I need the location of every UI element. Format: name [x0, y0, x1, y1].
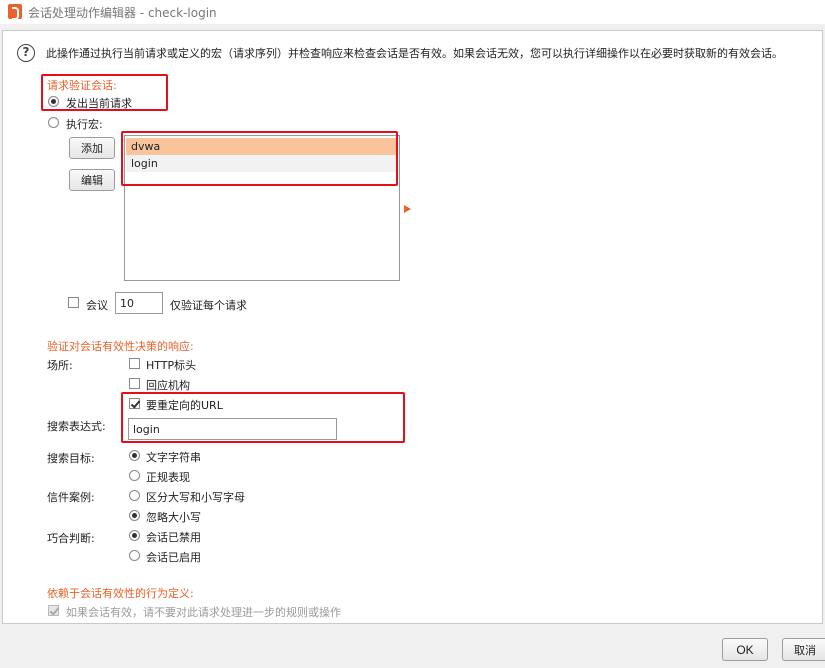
- regex-label: 正规表现: [146, 471, 190, 484]
- validate-every-input[interactable]: [115, 292, 163, 314]
- response-section-label: 验证对会话有效性决策的响应:: [47, 340, 194, 353]
- case-label: 信件案例:: [47, 491, 95, 504]
- macro-list-item[interactable]: login: [126, 155, 398, 172]
- help-icon[interactable]: ?: [17, 44, 35, 62]
- add-macro-button[interactable]: 添加: [69, 137, 115, 159]
- editor-panel: [2, 30, 823, 624]
- http-headers-checkbox[interactable]: [129, 358, 140, 369]
- run-macro-label: 执行宏:: [66, 118, 103, 131]
- cancel-button[interactable]: 取消: [782, 638, 825, 661]
- validate-every-checkbox[interactable]: [68, 297, 79, 308]
- request-section-label: 请求验证会话:: [47, 79, 117, 92]
- match-label: 巧合判断:: [47, 532, 95, 545]
- case-sensitive-radio[interactable]: [129, 490, 140, 501]
- session-valid-label: 会话已启用: [146, 551, 201, 564]
- search-target-label: 搜索目标:: [47, 452, 95, 465]
- search-expression-label: 搜索表达式:: [47, 420, 106, 433]
- no-further-processing-label: 如果会话有效，请不要对此请求处理进一步的规则或操作: [66, 606, 341, 619]
- literal-string-radio[interactable]: [129, 450, 140, 461]
- session-valid-radio[interactable]: [129, 550, 140, 561]
- response-body-label: 回应机构: [146, 379, 190, 392]
- http-headers-label: HTTP标头: [146, 359, 197, 372]
- info-description: 此操作通过执行当前请求或定义的宏（请求序列）并检查响应来检查会话是否有效。如果会…: [46, 47, 783, 60]
- title-bar: 会话处理动作编辑器 - check-login: [0, 0, 825, 24]
- validate-every-label: 会议: [86, 299, 108, 312]
- run-macro-radio[interactable]: [48, 117, 59, 128]
- response-body-checkbox[interactable]: [129, 378, 140, 389]
- macro-list-item[interactable]: dvwa: [126, 138, 398, 155]
- issue-current-request-label: 发出当前请求: [66, 97, 132, 110]
- macro-list[interactable]: dvwa login: [124, 135, 400, 281]
- list-scroll-arrow-icon[interactable]: [404, 205, 411, 213]
- session-invalid-label: 会话已禁用: [146, 531, 201, 544]
- redirect-url-label: 要重定向的URL: [146, 399, 223, 412]
- ok-button[interactable]: OK: [722, 638, 768, 661]
- edit-macro-button[interactable]: 编辑: [69, 169, 115, 191]
- issue-current-request-radio[interactable]: [48, 96, 59, 107]
- session-invalid-radio[interactable]: [129, 530, 140, 541]
- ignore-case-label: 忽略大小写: [146, 511, 201, 524]
- behavior-section-label: 依赖于会话有效性的行为定义:: [47, 587, 194, 600]
- validate-every-suffix: 仅验证每个请求: [170, 299, 247, 312]
- regex-radio[interactable]: [129, 470, 140, 481]
- ignore-case-radio[interactable]: [129, 510, 140, 521]
- app-logo-icon: [8, 4, 22, 20]
- window-title: 会话处理动作编辑器 - check-login: [28, 6, 217, 20]
- literal-string-label: 文字字符串: [146, 451, 201, 464]
- search-expression-input[interactable]: [128, 418, 337, 440]
- case-sensitive-label: 区分大写和小写字母: [146, 491, 245, 504]
- location-label: 场所:: [47, 359, 73, 372]
- no-further-processing-checkbox[interactable]: [48, 605, 59, 616]
- redirect-url-checkbox[interactable]: [129, 398, 140, 409]
